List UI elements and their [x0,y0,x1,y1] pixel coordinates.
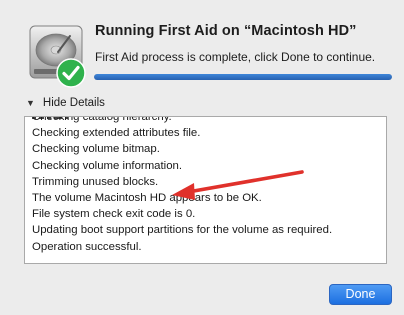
log-line: Checking catalog hierarchy. [32,116,172,123]
first-aid-dialog: Running First Aid on “Macintosh HD” Firs… [0,0,404,315]
dialog-title: Running First Aid on “Macintosh HD” [95,23,357,39]
dialog-subtitle: First Aid process is complete, click Don… [95,50,376,64]
progress-bar [94,74,392,80]
red-annotation-arrow [172,170,304,200]
progress-fill [94,74,392,80]
log-line: Checking extended attributes file. [32,127,201,140]
done-button[interactable]: Done [329,284,392,305]
log-line: Checking volume bitmap. [32,143,160,156]
log-line: Operation successful. [32,240,142,253]
log-line: File system check exit code is 0. [32,208,196,221]
checkmark-badge-icon [56,58,86,88]
log-line: Updating boot support partitions for the… [32,224,333,237]
hide-details-toggle[interactable]: ▼ Hide Details [26,97,105,109]
hide-details-label[interactable]: Hide Details [43,97,105,109]
disclosure-triangle-down-icon[interactable]: ▼ [26,98,35,108]
